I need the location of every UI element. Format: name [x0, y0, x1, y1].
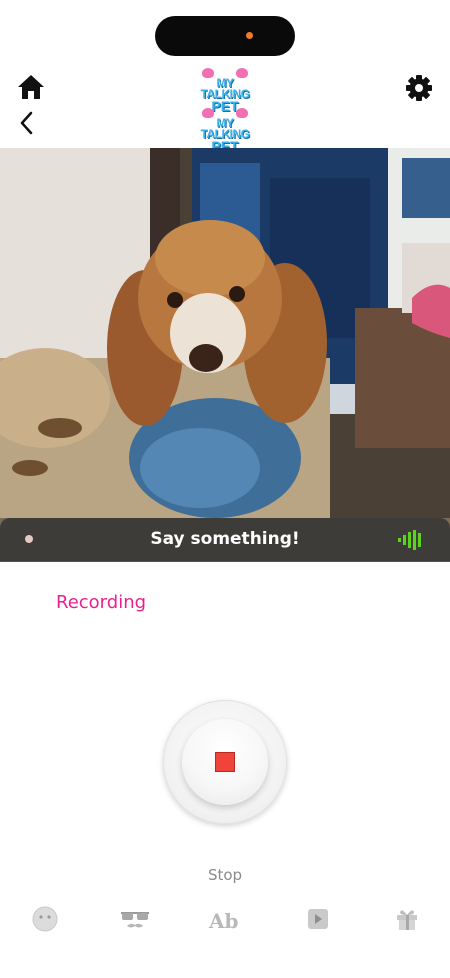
tab-text[interactable]: Ab — [208, 904, 242, 934]
speech-prompt: Say something! — [150, 529, 300, 549]
app-logo-secondary: MY TALKING PET — [196, 108, 254, 153]
record-control — [163, 700, 287, 824]
pet-photo — [0, 148, 450, 561]
tab-face[interactable] — [30, 904, 60, 934]
stop-label: Stop — [207, 866, 243, 884]
back-button[interactable] — [16, 109, 38, 137]
paw-ears — [196, 108, 254, 118]
recording-status: Recording — [56, 592, 147, 613]
dynamic-island — [155, 16, 295, 56]
home-icon — [18, 75, 44, 99]
chevron-left-icon — [20, 111, 33, 135]
audio-level-icon — [398, 530, 421, 550]
sunglasses-mustache-icon — [121, 912, 149, 928]
camera-indicator — [246, 32, 253, 39]
paw-ears — [196, 68, 254, 78]
tab-play[interactable] — [303, 904, 333, 934]
stop-button[interactable] — [182, 719, 268, 805]
gift-icon — [397, 910, 417, 930]
text-icon: Ab — [208, 909, 239, 933]
speech-bar: Say something! — [0, 518, 450, 562]
dog-illustration — [0, 148, 450, 561]
app-logo: MY TALKING PET — [196, 68, 254, 113]
play-icon — [308, 909, 328, 929]
gear-icon — [406, 75, 432, 101]
tab-gift[interactable] — [392, 904, 422, 934]
home-button[interactable] — [16, 73, 46, 101]
stop-icon — [215, 752, 235, 772]
tab-accessories[interactable] — [119, 904, 151, 934]
bottom-toolbar: Ab — [0, 898, 450, 938]
settings-button[interactable] — [404, 73, 434, 103]
svg-text:Ab: Ab — [208, 909, 239, 933]
face-icon — [32, 906, 58, 932]
